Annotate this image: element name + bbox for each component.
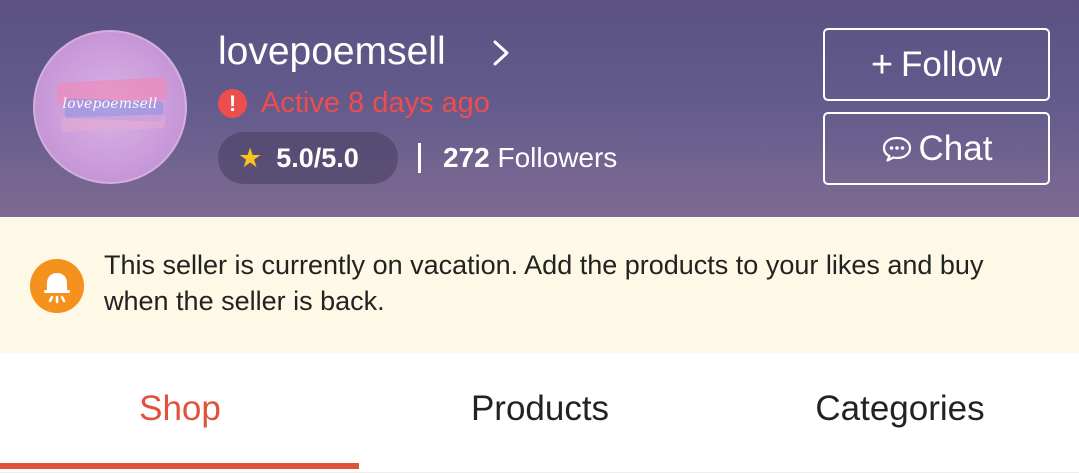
chat-button-label: Chat (918, 128, 993, 168)
active-tab-indicator (0, 463, 359, 469)
star-icon: ★ (238, 142, 263, 173)
alert-icon: ! (218, 88, 247, 118)
followers-number: 272 (443, 142, 490, 173)
followers-label: Followers (497, 142, 618, 173)
tab-categories[interactable]: Categories (720, 389, 1079, 429)
tab-shop[interactable]: Shop (0, 389, 360, 429)
avatar-paint-stroke (60, 114, 166, 132)
follow-button[interactable]: + Follow (823, 28, 1050, 101)
chat-bubble-icon (882, 136, 911, 162)
shop-avatar[interactable]: lovepoemsell (33, 30, 187, 184)
chat-button[interactable]: Chat (823, 112, 1050, 185)
bell-icon (30, 259, 84, 313)
followers-count[interactable]: 272 Followers (443, 140, 617, 176)
tab-products[interactable]: Products (360, 389, 720, 429)
shop-header: lovepoemsell lovepoemsell ! Active 8 day… (0, 0, 1079, 217)
stats-divider (418, 143, 421, 173)
activity-status-text: Active 8 days ago (261, 86, 490, 119)
rating-value: 5.0/5.0 (276, 142, 359, 173)
chevron-right-icon[interactable] (486, 38, 516, 68)
avatar-logo-text: lovepoemsell (62, 96, 158, 112)
rating-badge[interactable]: ★ 5.0/5.0 (218, 132, 398, 184)
shop-tabs: Shop Products Categories (0, 353, 1079, 473)
shop-name[interactable]: lovepoemsell (218, 30, 446, 74)
plus-icon: + (870, 43, 894, 86)
vacation-notice-text: This seller is currently on vacation. Ad… (104, 250, 984, 316)
vacation-notice: This seller is currently on vacation. Ad… (0, 217, 1079, 353)
follow-button-label: Follow (901, 44, 1003, 84)
activity-status: ! Active 8 days ago (218, 86, 490, 120)
